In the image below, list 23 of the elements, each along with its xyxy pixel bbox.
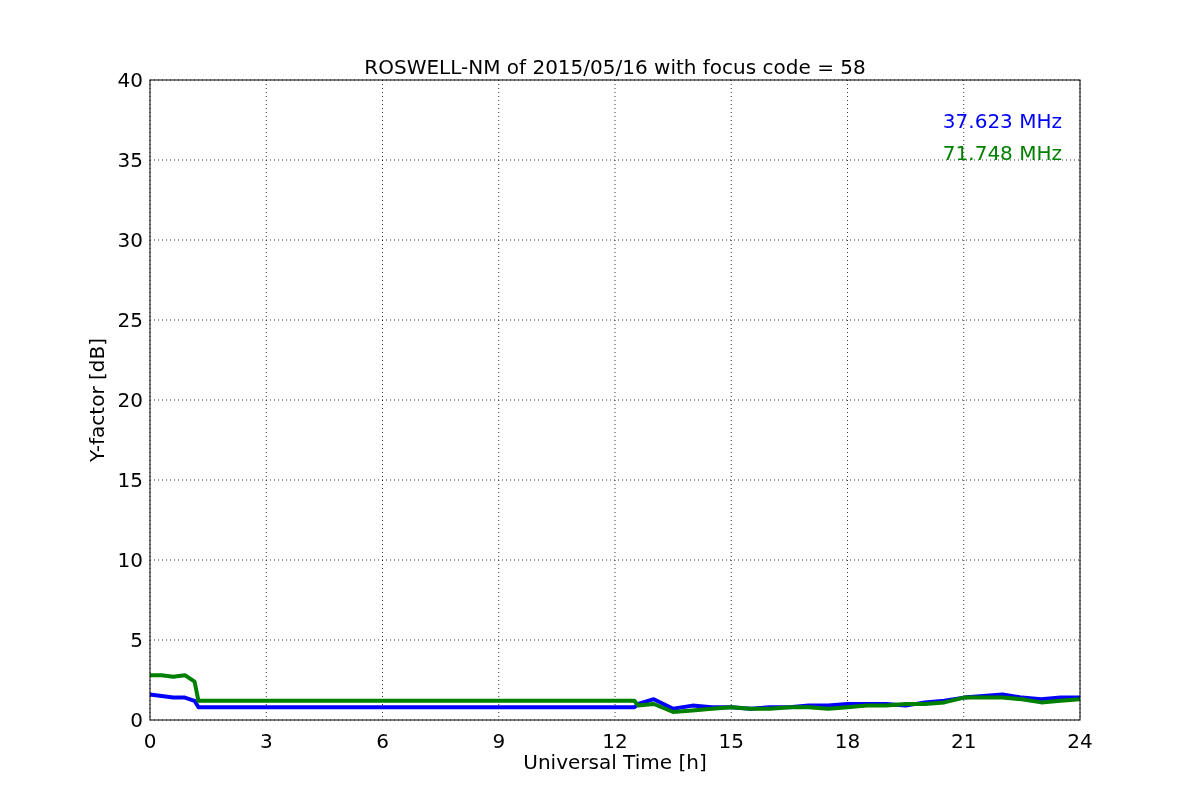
- y-tick-label: 0: [130, 708, 143, 732]
- x-tick-label: 12: [602, 729, 628, 753]
- y-tick-label: 25: [117, 308, 143, 332]
- x-tick-label: 6: [376, 729, 389, 753]
- x-axis-label: Universal Time [h]: [523, 750, 707, 774]
- y-tick-label: 10: [117, 548, 143, 572]
- x-tick-label: 9: [492, 729, 506, 753]
- y-tick-label: 5: [130, 628, 143, 652]
- y-axis-label: Y-factor [dB]: [85, 338, 109, 462]
- x-tick-label: 21: [951, 729, 977, 753]
- y-tick-label: 15: [117, 468, 143, 492]
- chart-title: ROSWELL-NM of 2015/05/16 with focus code = 58: [364, 55, 866, 79]
- y-tick-label: 20: [117, 388, 143, 412]
- y-tick-label: 30: [117, 228, 143, 252]
- legend-label: 71.748 MHz: [942, 141, 1062, 165]
- y-tick-label: 40: [117, 68, 143, 92]
- x-tick-label: 3: [259, 729, 273, 753]
- y-tick-label: 35: [117, 148, 143, 172]
- legend-label: 37.623 MHz: [942, 109, 1062, 133]
- x-tick-label: 24: [1067, 729, 1093, 753]
- x-tick-label: 0: [143, 729, 157, 753]
- x-tick-label: 15: [718, 729, 744, 753]
- x-tick-label: 18: [834, 729, 861, 753]
